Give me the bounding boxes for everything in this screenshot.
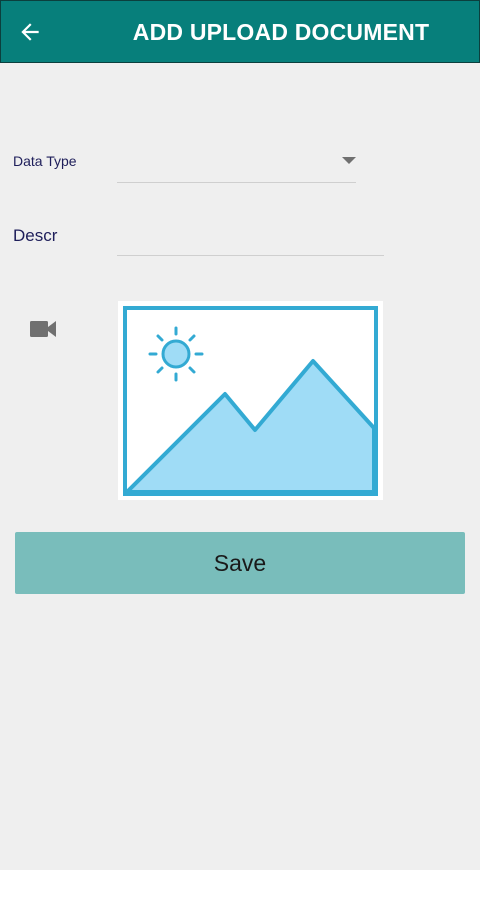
videocam-icon[interactable]: [30, 320, 56, 338]
arrow-left-icon: [21, 23, 39, 41]
save-button[interactable]: Save: [15, 532, 465, 594]
data-type-label: Data Type: [13, 153, 77, 169]
app-bar: ADD UPLOAD DOCUMENT: [0, 0, 480, 63]
description-label: Descr: [13, 226, 58, 245]
page-title: ADD UPLOAD DOCUMENT: [132, 19, 430, 45]
image-placeholder-icon: [118, 301, 383, 500]
data-type-select[interactable]: [117, 140, 356, 183]
caret-down-icon: [342, 157, 356, 164]
description-input[interactable]: [117, 216, 384, 256]
image-picker[interactable]: [118, 301, 383, 500]
screen: ADD UPLOAD DOCUMENT Data Type Descr Save: [0, 0, 480, 870]
back-button[interactable]: [11, 13, 49, 51]
